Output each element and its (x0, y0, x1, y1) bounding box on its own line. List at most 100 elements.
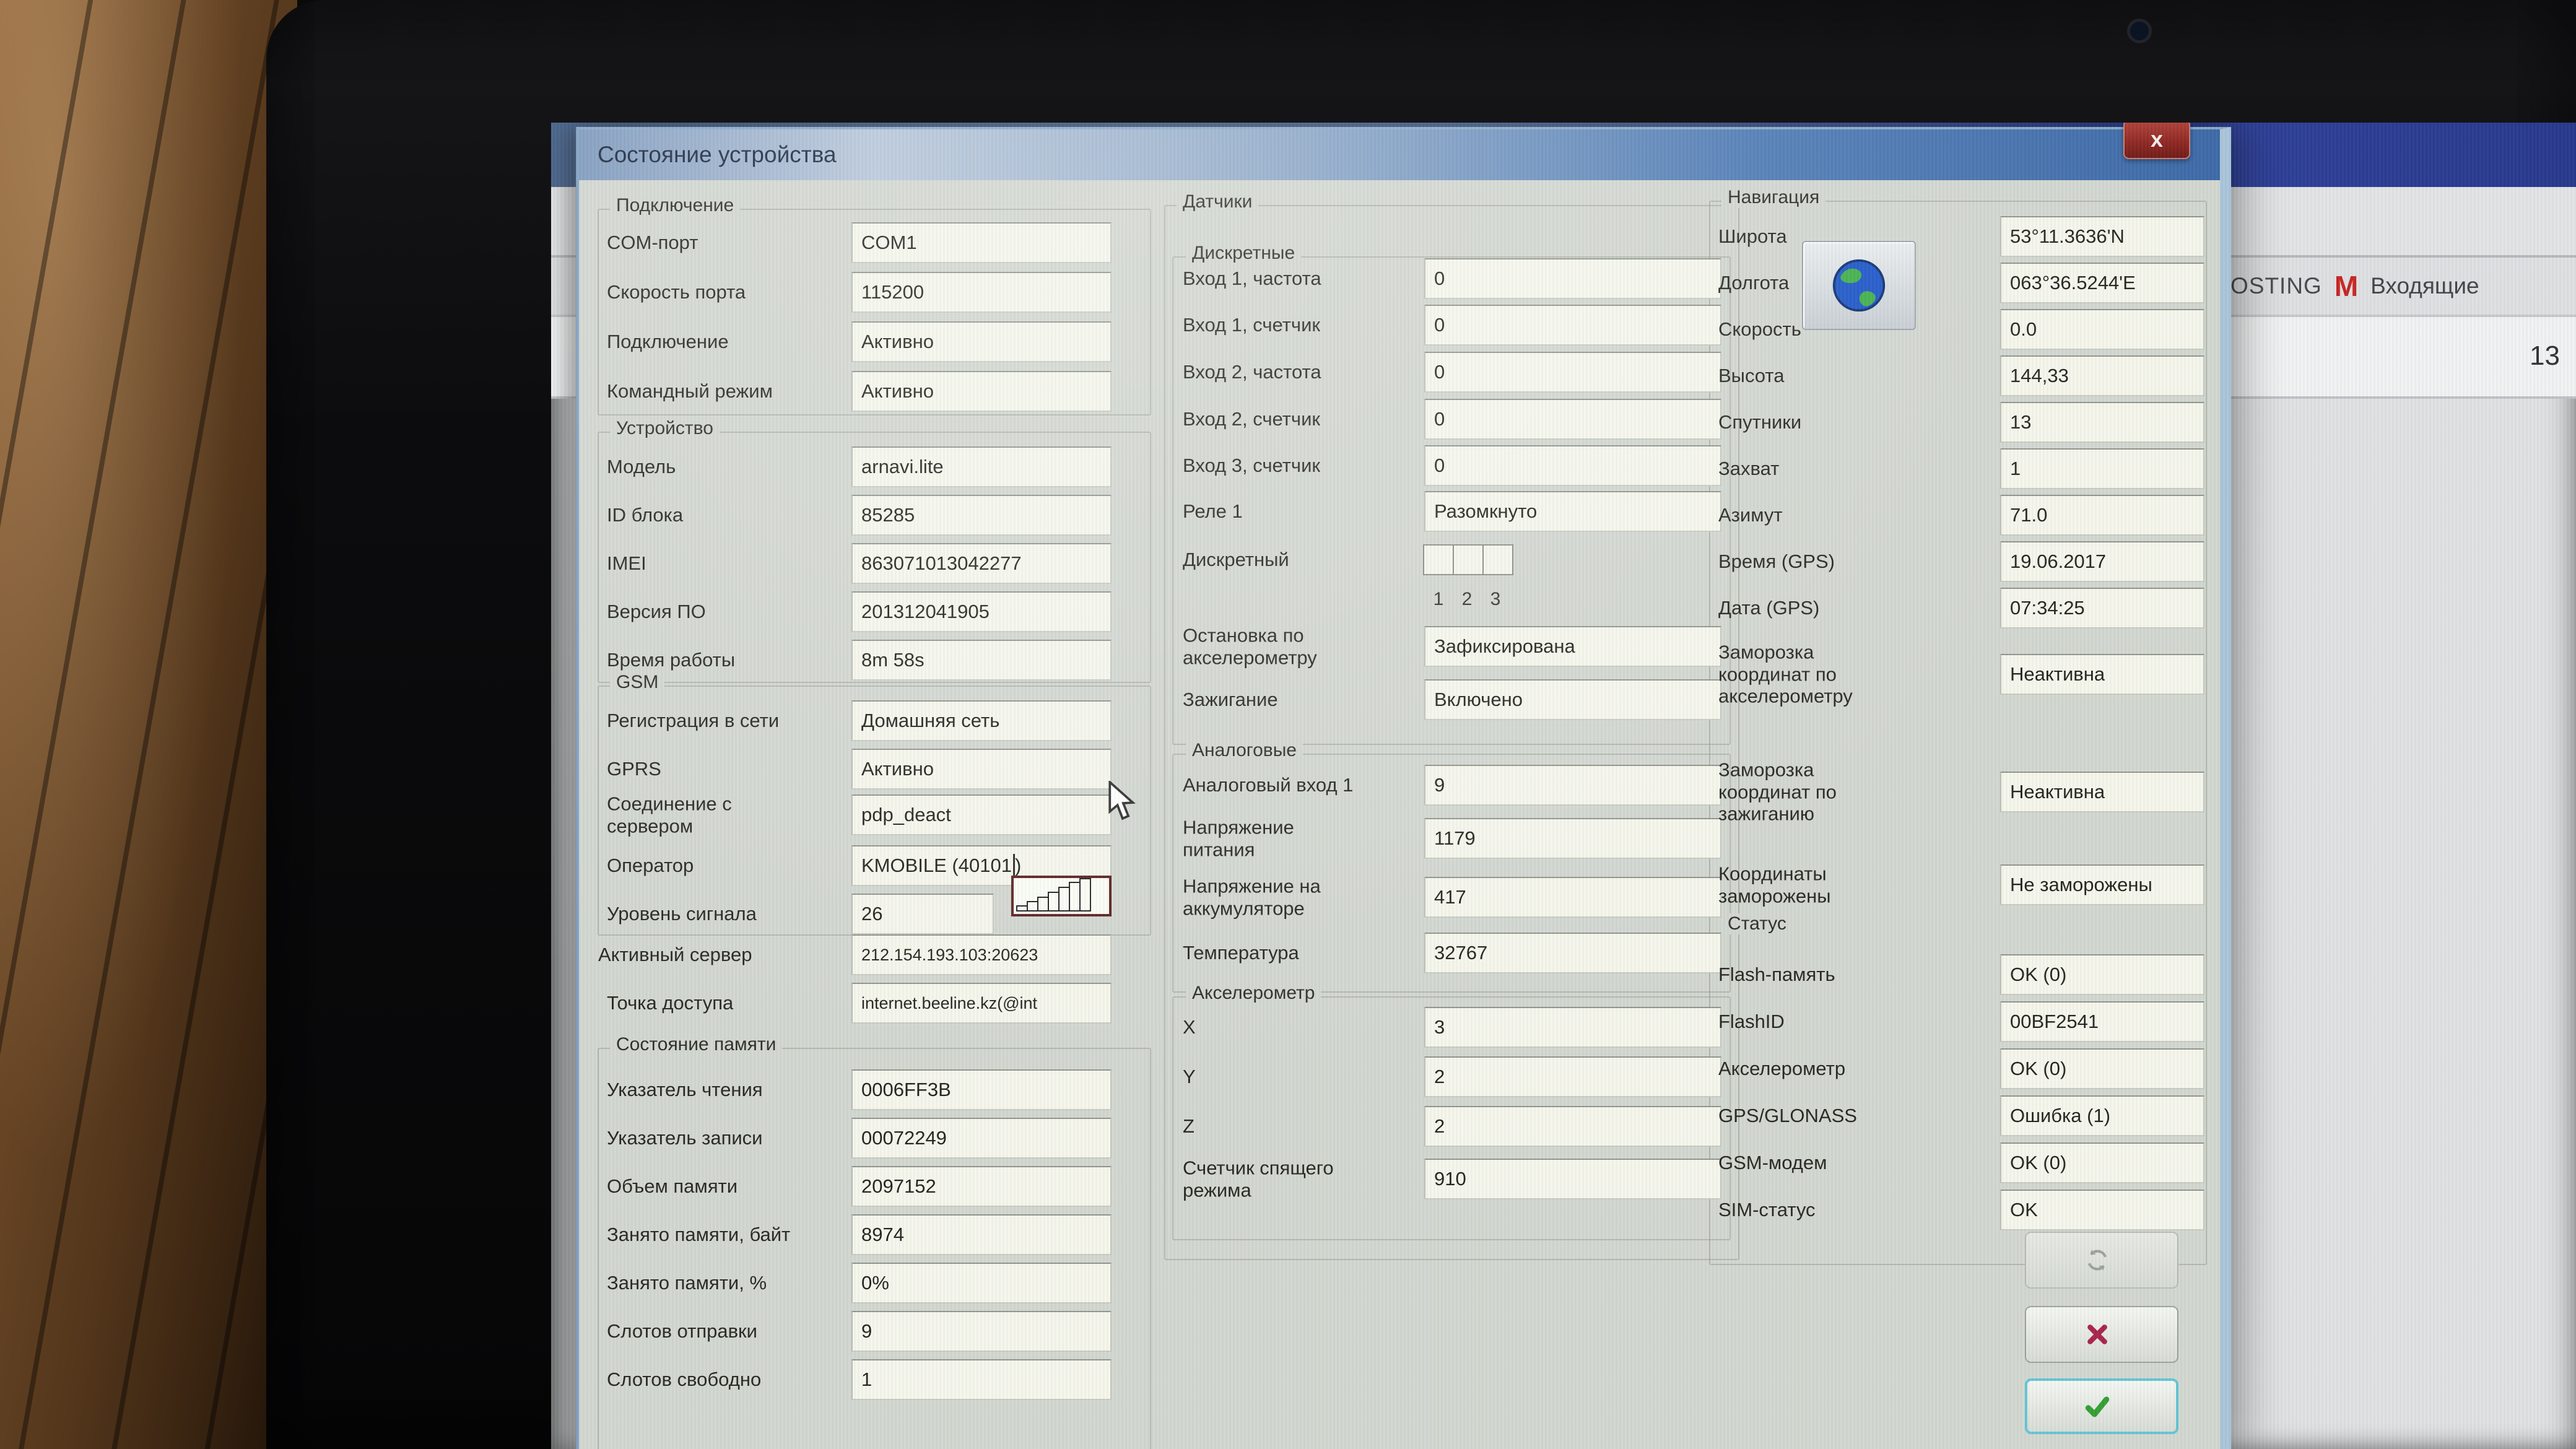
analog-in1-field[interactable]: 9 (1424, 765, 1721, 806)
in2-count-field[interactable]: 0 (1424, 399, 1721, 440)
connection-field[interactable]: Активно (851, 321, 1112, 362)
read-ptr-field[interactable]: 0006FF3B (851, 1069, 1112, 1110)
slots-free-field[interactable]: 1 (851, 1359, 1112, 1400)
globe-button[interactable] (1802, 241, 1916, 330)
group-title: Подключение (610, 195, 741, 216)
satellites-field[interactable]: 13 (2000, 402, 2204, 443)
baud-field[interactable]: 115200 (851, 272, 1112, 313)
inbox-tab-label[interactable]: Входящие (2370, 273, 2479, 299)
relay1-field[interactable]: Разомкнуто (1424, 491, 1721, 532)
fix-field[interactable]: 1 (2000, 448, 2204, 489)
command-mode-field[interactable]: Активно (851, 371, 1112, 412)
temperature-field[interactable]: 32767 (1424, 933, 1721, 973)
row-in2-count: Вход 2, счетчик 0 (1183, 399, 1728, 440)
accel-y-field[interactable]: 2 (1424, 1056, 1721, 1097)
uptime-field[interactable]: 8m 58s (851, 640, 1112, 681)
row-in3-count: Вход 3, счетчик 0 (1183, 445, 1728, 486)
start-exchange-button[interactable] (2025, 1232, 2178, 1289)
in1-freq-field[interactable]: 0 (1424, 258, 1721, 299)
photo-of-laptop: OSTING M Входящие 13 Состояние устройств… (0, 0, 2576, 1449)
mouse-cursor (1108, 779, 1142, 825)
apn-field[interactable]: internet.beeline.kz(@int (851, 983, 1112, 1024)
wood-floor (0, 0, 297, 1449)
row-com-port: COM-порт COM1 (607, 222, 1124, 263)
network-reg-field[interactable]: Домашняя сеть (851, 700, 1112, 741)
in1-count-field[interactable]: 0 (1424, 305, 1721, 346)
server-conn-field[interactable]: pdp_deact (851, 794, 1112, 835)
supply-voltage-field[interactable]: 1179 (1424, 818, 1721, 859)
row-coords-frozen: Координаты заморожены Не заморожены (1718, 854, 2204, 916)
ignition-field[interactable]: Включено (1424, 679, 1721, 720)
slots-send-field[interactable]: 9 (851, 1311, 1112, 1352)
group-title: Акселерометр (1186, 983, 1321, 1004)
close-dialog-button[interactable] (2025, 1378, 2178, 1434)
mem-used-bytes-field[interactable]: 8974 (851, 1214, 1112, 1255)
green-check-icon (2085, 1396, 2110, 1417)
accel-z-field[interactable]: 2 (1424, 1106, 1721, 1147)
row-longitude: Долгота 063°36.5244'E (1718, 263, 2204, 303)
sync-icon (2087, 1250, 2107, 1271)
gsm-status-field[interactable]: OK (0) (2000, 1142, 2204, 1183)
latitude-field[interactable]: 53°11.3636'N (2000, 216, 2204, 257)
unit-id-field[interactable]: 85285 (851, 495, 1112, 536)
imei-field[interactable]: 863071013042277 (851, 543, 1112, 584)
com-port-field[interactable]: COM1 (851, 222, 1112, 263)
group-title: GSM (610, 672, 665, 693)
dialog-titlebar[interactable]: Состояние устройства (579, 129, 2220, 180)
mem-used-pct-field[interactable]: 0% (851, 1263, 1112, 1303)
unread-count: 13 (2530, 341, 2560, 371)
altitude-field[interactable]: 144,33 (2000, 355, 2204, 396)
row-satellites: Спутники 13 (1718, 402, 2204, 443)
row-azimuth: Азимут 71.0 (1718, 495, 2204, 536)
row-discrete-io: Дискретный (1183, 538, 1728, 581)
in2-freq-field[interactable]: 0 (1424, 352, 1721, 393)
gps-date-field[interactable]: 07:34:25 (2000, 588, 2204, 629)
azimuth-field[interactable]: 71.0 (2000, 495, 2204, 536)
in3-count-field[interactable]: 0 (1424, 445, 1721, 486)
flash-id-field[interactable]: 00BF2541 (2000, 1001, 2204, 1042)
row-active-server: Активный сервер 212.154.193.103:20623 (598, 934, 1124, 975)
hosting-tab-label[interactable]: OSTING (2230, 273, 2322, 299)
active-server-field[interactable]: 212.154.193.103:20623 (851, 934, 1112, 975)
row-mem-used-pct: Занято памяти, % 0% (607, 1263, 1124, 1303)
mem-size-field[interactable]: 2097152 (851, 1166, 1112, 1207)
gps-status-field[interactable]: Ошибка (1) (2000, 1095, 2204, 1136)
row-gprs: GPRS Активно (607, 749, 1124, 790)
accel-stop-field[interactable]: Зафиксирована (1424, 626, 1721, 667)
stop-button[interactable] (2025, 1306, 2178, 1363)
sim-status-field[interactable]: OK (2000, 1190, 2204, 1230)
row-imei: IMEI 863071013042277 (607, 543, 1124, 584)
gprs-field[interactable]: Активно (851, 749, 1112, 790)
longitude-field[interactable]: 063°36.5244'E (2000, 263, 2204, 303)
sleep-counter-field[interactable]: 910 (1424, 1159, 1721, 1199)
flash-status-field[interactable]: OK (0) (2000, 954, 2204, 995)
group-title: Состояние памяти (610, 1034, 783, 1055)
freeze-ignition-field[interactable]: Неактивна (2000, 772, 2204, 812)
model-field[interactable]: arnavi.lite (851, 446, 1112, 487)
discrete-checkbox-1[interactable] (1423, 544, 1454, 575)
group-title: Статус (1721, 913, 1793, 934)
fw-version-field[interactable]: 201312041905 (851, 591, 1112, 632)
accel-x-field[interactable]: 3 (1424, 1007, 1721, 1048)
group-title: Навигация (1721, 187, 1826, 208)
close-icon[interactable]: x (2123, 123, 2190, 159)
globe-icon (1832, 259, 1886, 312)
battery-voltage-field[interactable]: 417 (1424, 877, 1721, 918)
signal-level-field[interactable]: 26 (851, 894, 994, 934)
group-title: Аналоговые (1186, 740, 1303, 761)
speed-field[interactable]: 0.0 (2000, 309, 2204, 350)
row-accel-z: Z 2 (1183, 1106, 1728, 1147)
row-server-conn: Соединение с сервером pdp_deact (607, 787, 1124, 843)
accel-status-field[interactable]: OK (0) (2000, 1048, 2204, 1089)
row-gps-status: GPS/GLONASS Ошибка (1) (1718, 1095, 2204, 1136)
write-ptr-field[interactable]: 00072249 (851, 1118, 1112, 1159)
row-unit-id: ID блока 85285 (607, 495, 1124, 536)
freeze-accel-field[interactable]: Неактивна (2000, 654, 2204, 695)
discrete-checkbox-2[interactable] (1453, 544, 1484, 575)
discrete-checkbox-3[interactable] (1482, 544, 1513, 575)
gps-time-field[interactable]: 19.06.2017 (2000, 541, 2204, 582)
signal-strength-icon (1011, 876, 1112, 916)
coords-frozen-field[interactable]: Не заморожены (2000, 864, 2204, 905)
row-fix: Захват 1 (1718, 448, 2204, 489)
webcam-dot (2127, 19, 2152, 43)
